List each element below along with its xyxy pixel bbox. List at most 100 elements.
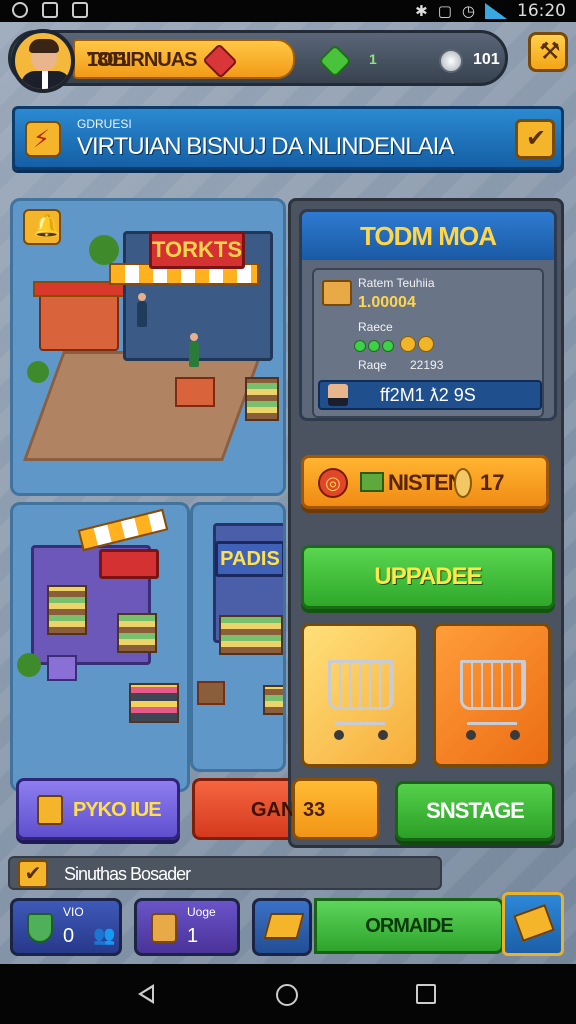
bottom-hud: ✔ Sinuthas Bosader VIO 0 👥 Uoge 1 ORMAID…: [0, 848, 576, 964]
photo-icon: [42, 2, 58, 18]
pyko-label: PYKO IUE: [73, 799, 162, 821]
check-icon: ✔: [526, 125, 547, 152]
count-label: 33: [303, 799, 326, 821]
task-strip[interactable]: ✔ Sinuthas Bosader: [8, 856, 442, 890]
right-crate: [197, 681, 225, 705]
upgrade-button[interactable]: UPPADEE: [301, 545, 555, 609]
bush: [27, 361, 49, 383]
left-store-sign: [99, 549, 159, 579]
shield-stat-button[interactable]: VIO 0 👥: [10, 898, 122, 956]
settings-button[interactable]: ⚒: [528, 32, 568, 72]
nav-bar: [0, 964, 576, 1024]
left-shelf-3: [129, 683, 179, 723]
right-crate-2: [263, 685, 283, 715]
cash-icon: [360, 472, 384, 492]
store-sign: TORKTS: [149, 231, 245, 269]
owner-name: ff2M1 ƛ2 9S: [380, 385, 476, 405]
shopping-cart-icon-2: [460, 660, 526, 725]
coin-icon: [454, 468, 472, 498]
coins-value: 101: [473, 51, 500, 68]
shield-stat-label: VIO: [63, 905, 84, 919]
boost-count: 17: [480, 470, 505, 495]
banner-title: VIRTUIAN BISNUJ DA NLINDENLAIA: [77, 133, 454, 160]
shop-info-panel: TODM MOA Ratem Teuhiia 1.00004 Raece Raq…: [288, 198, 564, 848]
customer-1: [137, 293, 147, 327]
bluetooth-icon: ✱: [415, 3, 428, 20]
cash-value: 1801: [87, 49, 128, 71]
right-store-scene[interactable]: PADIS: [190, 502, 286, 772]
produce-stand: [175, 377, 215, 407]
stat3-label: Raqe: [358, 358, 387, 372]
back-icon[interactable]: [138, 984, 154, 1004]
alarm-icon: ◷: [461, 3, 475, 20]
left-shelf-2: [117, 613, 157, 653]
gems-value: 1: [369, 51, 377, 67]
target-icon: ◎: [318, 468, 348, 498]
quest-banner[interactable]: ⚡ GDRUESI VIRTUIAN BISNUJ DA NLINDENLAIA…: [12, 106, 564, 170]
check-icon: ✔: [18, 860, 48, 888]
left-store-scene[interactable]: [10, 502, 190, 792]
pyko-button[interactable]: PYKO IUE: [16, 778, 180, 840]
inventory-label: Uoge: [187, 905, 216, 919]
shield-stat-value: 0: [63, 925, 75, 947]
left-shelf-1: [47, 585, 87, 635]
top-bar: TOBIRNUAS 1801 1 101: [8, 29, 508, 93]
inventory-value: 1: [187, 925, 199, 947]
status-time: 16:20: [517, 1, 566, 21]
box-icon: [322, 280, 352, 306]
store-floor: [22, 351, 264, 461]
ruby-icon: [202, 43, 238, 79]
home-icon[interactable]: [276, 984, 298, 1006]
left-plant: [17, 653, 41, 677]
rating-dots: [354, 340, 394, 352]
gan-label: GAN: [251, 799, 296, 821]
cart-card-2[interactable]: [433, 623, 551, 767]
recent-apps-icon[interactable]: [416, 984, 436, 1004]
emerald-icon: [318, 44, 352, 78]
stat3-value: 22193: [410, 358, 444, 372]
banner-confirm-button[interactable]: ✔: [515, 119, 555, 159]
gold-bar-icon: [513, 904, 555, 942]
gan-button[interactable]: GAN: [192, 778, 295, 840]
right-store-sign: PADIS: [215, 541, 283, 577]
count-button[interactable]: 33: [292, 778, 380, 840]
shop-name-plate[interactable]: TOBIRNUAS 1801: [73, 39, 295, 79]
vibrate-icon: ▢: [437, 3, 452, 20]
boost-button[interactable]: ◎ NISTEN 17: [301, 455, 549, 509]
player-avatar[interactable]: [11, 29, 75, 93]
browser-icon: [12, 2, 28, 18]
bell-icon[interactable]: 🔔: [23, 209, 61, 245]
crate-icon: [151, 913, 177, 943]
lightning-icon: ⚡: [25, 121, 61, 157]
ormaide-button[interactable]: ORMAIDE: [314, 898, 504, 954]
stat1-label: Ratem Teuhiia: [358, 276, 435, 290]
plane-icon: [263, 913, 305, 939]
shield-icon: [27, 913, 53, 943]
gold-bar-button[interactable]: [502, 892, 564, 956]
info-card: TODM MOA Ratem Teuhiia 1.00004 Raece Raq…: [299, 209, 557, 421]
cart-card-1[interactable]: [301, 623, 419, 767]
stat2-label: Raece: [358, 320, 393, 334]
shopping-cart-icon: [328, 660, 394, 725]
status-icons-left: [12, 2, 88, 18]
game-area: TOBIRNUAS 1801 1 101 ⚒ ⚡ GDRUESI VIRTUIA…: [0, 22, 576, 964]
palm-tree: [89, 235, 119, 265]
owner-avatar-icon: [328, 384, 348, 406]
status-bar: ✱ ▢ ◷ 16:20: [0, 0, 576, 22]
screen: ✱ ▢ ◷ 16:20 TOBIRNUAS 1801 1 101 ⚒ ⚡ GDR…: [0, 0, 576, 1024]
kiosk: [39, 291, 119, 351]
customer-2: [189, 333, 199, 367]
signal-icon: [485, 3, 507, 19]
owner-name-bar: ff2M1 ƛ2 9S: [318, 380, 542, 410]
stage-button[interactable]: SNSTAGE: [395, 781, 555, 841]
people-icon: 👥: [93, 925, 116, 945]
tool-icon: [37, 795, 63, 825]
task-text: Sinuthas Bosader: [64, 864, 191, 884]
speed-button[interactable]: [252, 898, 312, 956]
outdoor-shelf: [245, 377, 279, 421]
banner-subtitle: GDRUESI: [77, 117, 132, 131]
hammer-icon: ⚒: [539, 38, 561, 65]
inventory-button[interactable]: Uoge 1: [134, 898, 240, 956]
main-store-scene[interactable]: 🔔 TORKTS: [10, 198, 286, 496]
gold-coins-icon: [400, 336, 434, 352]
